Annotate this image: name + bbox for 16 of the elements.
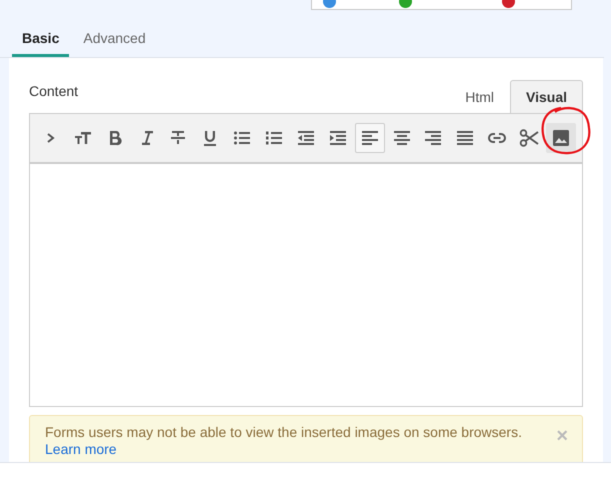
outdent-icon xyxy=(296,128,316,148)
toolbar-button[interactable] xyxy=(546,123,576,153)
alert-message: Forms users may not be able to view the inserted images on some browsers. Learn more xyxy=(45,424,522,458)
learn-more-link[interactable]: Learn more xyxy=(45,441,117,457)
editor-tab[interactable]: Visual xyxy=(510,80,583,113)
toolbar-button[interactable] xyxy=(354,123,385,153)
image-icon xyxy=(550,128,571,148)
scissors-icon xyxy=(519,128,540,148)
tab[interactable]: Advanced xyxy=(73,28,156,57)
justify-icon xyxy=(455,128,476,148)
field-label: Content xyxy=(29,83,78,101)
align-left-icon xyxy=(360,128,380,148)
align-right-icon xyxy=(423,128,444,148)
align-center-icon xyxy=(392,128,412,148)
editor-tab[interactable]: Html xyxy=(449,80,510,113)
indent-icon xyxy=(328,128,348,148)
